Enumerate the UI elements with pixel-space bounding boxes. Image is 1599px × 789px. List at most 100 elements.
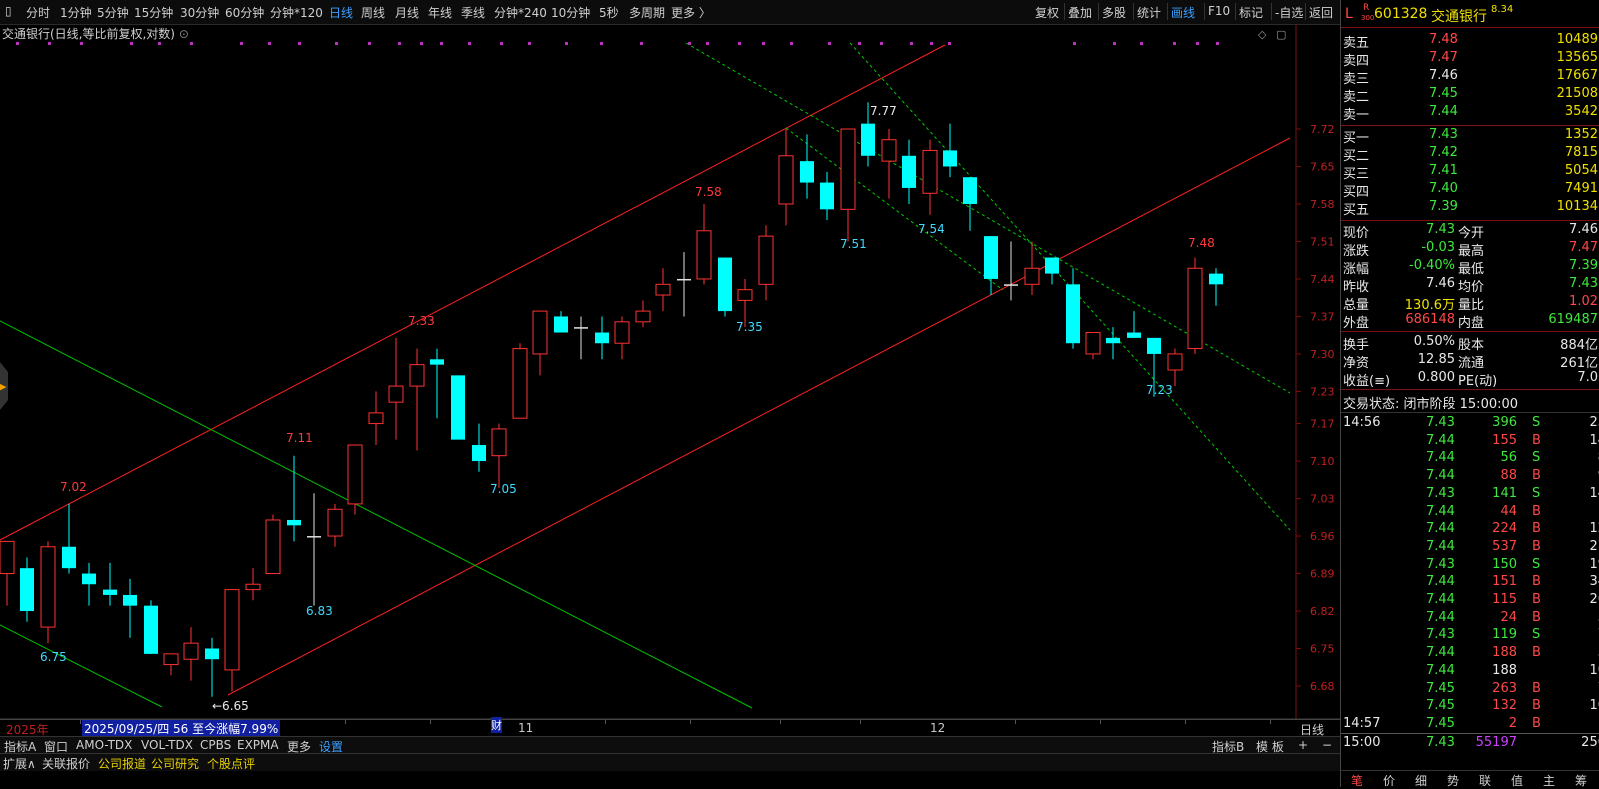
toolbar-button-3[interactable]: 统计 xyxy=(1137,4,1161,21)
indicator-tab-3[interactable]: VOL-TDX xyxy=(141,738,193,752)
candle[interactable] xyxy=(20,557,34,622)
candle[interactable] xyxy=(718,257,732,317)
toolbar-button-6[interactable]: 标记 xyxy=(1239,4,1263,21)
candle[interactable] xyxy=(245,568,261,601)
chart-window-icon[interactable]: ▢ xyxy=(1276,28,1286,41)
candle[interactable] xyxy=(123,578,137,638)
candle[interactable] xyxy=(1127,311,1141,338)
candle[interactable] xyxy=(347,444,363,515)
period-tab-15[interactable]: 多周期 xyxy=(629,4,665,21)
toolbar-button-8[interactable]: 返回 xyxy=(1309,4,1333,21)
candle[interactable] xyxy=(677,252,691,317)
candle[interactable] xyxy=(472,423,486,472)
period-tab-6[interactable]: 分钟*120 xyxy=(270,4,323,21)
menu-square-icon[interactable]: ▯ xyxy=(5,4,12,18)
candle[interactable] xyxy=(840,128,856,242)
candle[interactable] xyxy=(532,310,548,376)
title-dropdown-icon[interactable]: ⊙ xyxy=(179,27,189,41)
candle[interactable] xyxy=(963,177,977,231)
candle[interactable] xyxy=(183,627,199,681)
panel-tab-0[interactable]: 笔 xyxy=(1351,772,1363,789)
toolbar-button-4[interactable]: 画线 xyxy=(1171,4,1195,21)
indicator-tab-5[interactable]: EXPMA xyxy=(237,738,279,752)
candle[interactable] xyxy=(82,562,96,606)
candle[interactable] xyxy=(1187,257,1203,354)
uptrend-lower-line[interactable] xyxy=(227,137,1291,696)
candle[interactable] xyxy=(1004,241,1018,301)
candle[interactable] xyxy=(902,139,916,204)
candle[interactable] xyxy=(1066,268,1080,349)
candle[interactable] xyxy=(163,653,179,676)
period-tab-8[interactable]: 周线 xyxy=(361,4,385,21)
candle[interactable] xyxy=(635,300,651,328)
candle[interactable] xyxy=(758,225,774,301)
candle[interactable] xyxy=(287,455,301,542)
candle[interactable] xyxy=(778,129,794,226)
chart-settings-icon[interactable]: ◇ xyxy=(1258,28,1267,41)
period-tab-10[interactable]: 年线 xyxy=(428,4,452,21)
info-tab-1[interactable]: 关联报价 xyxy=(42,755,90,772)
info-tab-4[interactable]: 个股点评 xyxy=(207,755,255,772)
panel-tab-4[interactable]: 联 xyxy=(1479,772,1491,789)
candle[interactable] xyxy=(696,203,712,285)
period-tab-2[interactable]: 5分钟 xyxy=(97,4,129,21)
indicator-right-button-2[interactable]: + xyxy=(1298,738,1308,752)
period-tab-9[interactable]: 月线 xyxy=(395,4,419,21)
toolbar-button-1[interactable]: 叠加 xyxy=(1068,4,1092,21)
toolbar-button-2[interactable]: 多股 xyxy=(1102,4,1126,21)
period-tab-13[interactable]: 10分钟 xyxy=(551,4,590,21)
downtrend-lower-line[interactable] xyxy=(0,624,163,708)
period-tab-4[interactable]: 30分钟 xyxy=(180,4,219,21)
candle[interactable] xyxy=(491,423,507,488)
candle[interactable] xyxy=(409,348,425,451)
candle[interactable] xyxy=(103,562,117,606)
candle[interactable] xyxy=(800,134,814,199)
period-tab-12[interactable]: 分钟*240 xyxy=(494,4,547,21)
candle[interactable] xyxy=(655,268,671,312)
candle[interactable] xyxy=(224,589,240,692)
period-tab-0[interactable]: 分时 xyxy=(26,4,50,21)
candle[interactable] xyxy=(327,503,343,547)
toolbar-button-7[interactable]: -自选 xyxy=(1275,4,1303,21)
candle[interactable] xyxy=(1085,332,1101,360)
candle[interactable] xyxy=(943,123,957,178)
scroll-arrow-icon[interactable]: ▶ xyxy=(0,380,7,393)
panel-tab-2[interactable]: 细 xyxy=(1415,772,1427,789)
period-tab-3[interactable]: 15分钟 xyxy=(134,4,173,21)
candle[interactable] xyxy=(307,493,321,606)
period-tab-16[interactable]: 更多 〉 xyxy=(671,4,711,21)
candle[interactable] xyxy=(1106,327,1120,360)
candle[interactable] xyxy=(388,337,404,440)
candle[interactable] xyxy=(144,600,158,654)
panel-tab-6[interactable]: 主 xyxy=(1543,772,1555,789)
panel-tab-5[interactable]: 值 xyxy=(1511,772,1523,789)
indicator-right-button-3[interactable]: − xyxy=(1322,738,1332,752)
candle[interactable] xyxy=(368,391,384,445)
uptrend-upper-line[interactable] xyxy=(0,44,946,541)
candle[interactable] xyxy=(40,541,56,644)
candle[interactable] xyxy=(430,348,444,419)
candle[interactable] xyxy=(451,375,465,440)
candle[interactable] xyxy=(595,316,609,360)
candle[interactable] xyxy=(265,514,281,575)
candle[interactable] xyxy=(554,311,568,333)
period-tab-14[interactable]: 5秒 xyxy=(599,4,619,21)
info-tab-3[interactable]: 公司研究 xyxy=(151,755,199,772)
toolbar-button-0[interactable]: 复权 xyxy=(1035,4,1059,21)
candle[interactable] xyxy=(614,316,630,360)
panel-tab-3[interactable]: 势 xyxy=(1447,772,1459,789)
period-tab-7[interactable]: 日线 xyxy=(329,4,353,21)
candle[interactable] xyxy=(62,503,76,574)
finance-marker[interactable]: 财 xyxy=(491,717,502,733)
period-tab-5[interactable]: 60分钟 xyxy=(225,4,264,21)
panel-tab-7[interactable]: 筹 xyxy=(1575,772,1587,789)
indicator-tab-2[interactable]: AMO-TDX xyxy=(76,738,132,752)
info-tab-0[interactable]: 扩展∧ xyxy=(3,755,36,772)
candle[interactable] xyxy=(512,343,528,419)
info-tab-2[interactable]: 公司报道 xyxy=(98,755,146,772)
candle[interactable] xyxy=(1167,348,1183,387)
candle[interactable] xyxy=(1209,268,1223,306)
indicator-tab-4[interactable]: CPBS xyxy=(200,738,231,752)
period-tab-1[interactable]: 1分钟 xyxy=(60,4,92,21)
candle[interactable] xyxy=(205,637,219,697)
